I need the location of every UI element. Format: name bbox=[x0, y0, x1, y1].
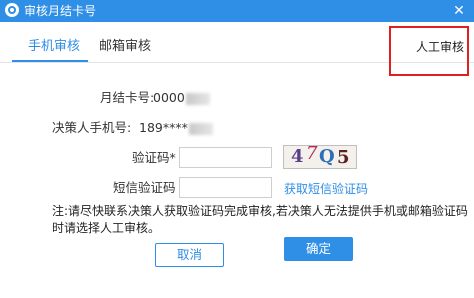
active-tab-indicator bbox=[12, 60, 88, 62]
captcha-char: 5 bbox=[337, 147, 350, 168]
card-number-value: 0000 bbox=[153, 90, 210, 106]
captcha-char: 7 bbox=[306, 145, 318, 164]
card-number-label: 月结卡号: bbox=[100, 90, 155, 105]
get-sms-code-link[interactable]: 获取短信验证码 bbox=[284, 181, 368, 197]
sms-code-label: 短信验证码 bbox=[113, 180, 176, 195]
card-number-text: 0000 bbox=[153, 90, 185, 105]
window-title: 审核月结卡号 bbox=[24, 4, 97, 18]
app-logo-icon bbox=[5, 3, 19, 17]
captcha-label: 验证码* bbox=[132, 150, 176, 165]
close-icon[interactable]: ✕ bbox=[450, 2, 468, 20]
title-bar: 审核月结卡号 ✕ bbox=[0, 0, 474, 22]
captcha-char: 4 bbox=[291, 146, 304, 167]
phone-value: 189**** bbox=[139, 120, 213, 136]
sms-code-input[interactable] bbox=[179, 177, 272, 198]
phone-text: 189**** bbox=[139, 120, 188, 135]
cancel-button[interactable]: 取消 bbox=[155, 243, 224, 267]
phone-label: 决策人手机号: bbox=[52, 120, 132, 135]
confirm-button[interactable]: 确定 bbox=[284, 237, 353, 261]
review-dialog: 审核月结卡号 ✕ 手机审核 邮箱审核 人工审核 月结卡号: 0000 决策人手机… bbox=[0, 0, 474, 298]
tab-manual-review[interactable]: 人工审核 bbox=[416, 39, 464, 55]
notice-text: 注:请尽快联系决策人获取验证码完成审核,若决策人无法提供手机或邮箱验证码时请选择… bbox=[52, 204, 468, 235]
captcha-input[interactable] bbox=[179, 147, 272, 168]
redaction-blur bbox=[188, 122, 213, 135]
tab-email-review[interactable]: 邮箱审核 bbox=[99, 39, 151, 55]
captcha-image[interactable]: 4 7 Q 5 bbox=[283, 145, 357, 169]
captcha-char: Q bbox=[319, 146, 335, 167]
tab-phone-review[interactable]: 手机审核 bbox=[28, 39, 80, 55]
redaction-blur bbox=[185, 92, 210, 105]
